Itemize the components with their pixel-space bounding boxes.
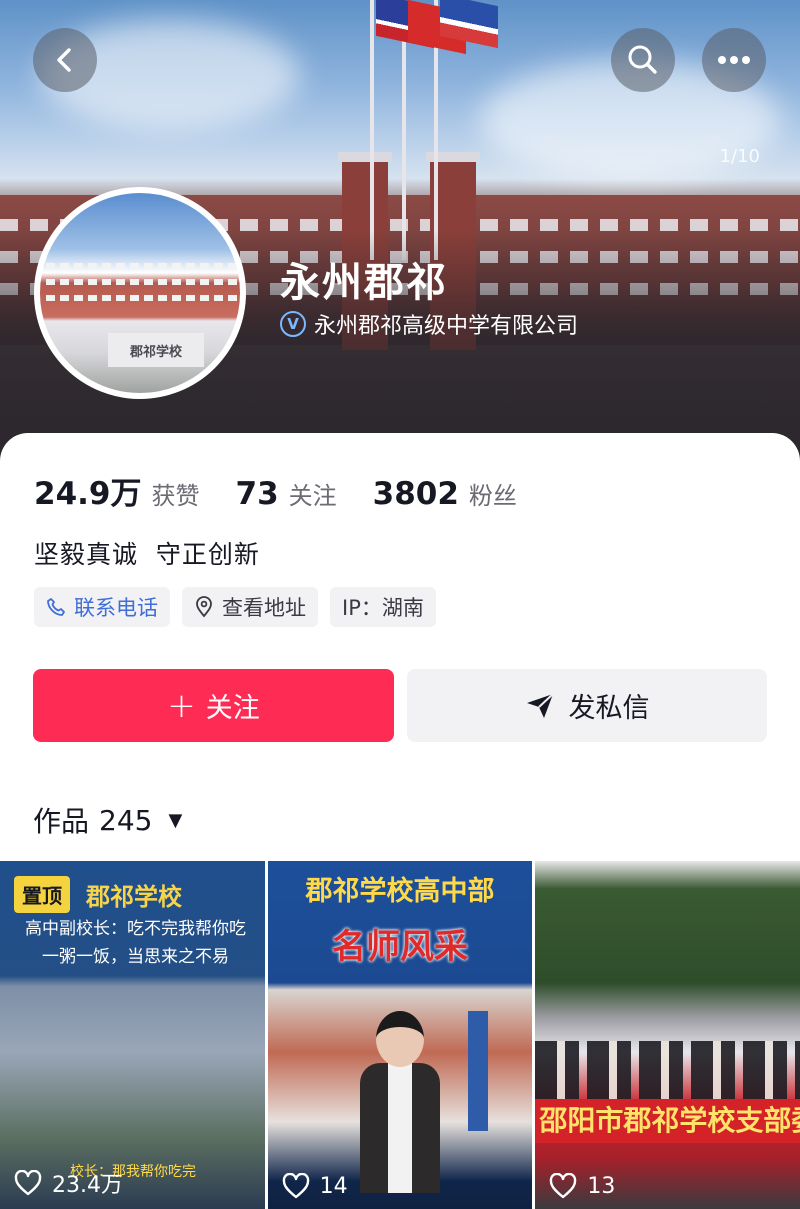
more-button[interactable] (702, 28, 766, 92)
stat-following-value: 73 (235, 476, 279, 512)
profile-name: 永州郡祁 (280, 260, 448, 306)
heart-icon (14, 1170, 42, 1196)
view-address-tag[interactable]: 查看地址 (182, 587, 318, 627)
video-thumbnail[interactable]: 置顶 郡祁学校 高中副校长：吃不完我帮你吃 一粥一饭，当思来之不易 校长：那我帮… (0, 861, 265, 1209)
stat-likes[interactable]: 24.9万 获赞 (34, 468, 200, 513)
stat-following[interactable]: 73 关注 (236, 476, 337, 512)
follow-button-label: 关注 (205, 693, 260, 724)
avatar-school-sign: 郡祁学校 (108, 333, 204, 367)
works-tab[interactable]: 作品 245 ▼ (33, 800, 182, 840)
follow-button[interactable]: + 关注 (33, 669, 394, 742)
video-likes: 14 (282, 1173, 348, 1199)
video-subtitle: 高中副校长：吃不完我帮你吃 一粥一饭，当思来之不易 (25, 919, 246, 967)
location-pin-icon (196, 596, 212, 618)
video-crowd (535, 1041, 800, 1101)
ip-location-label: IP：湖南 (342, 596, 424, 620)
video-likes: 13 (549, 1173, 615, 1199)
more-horizontal-icon (718, 56, 750, 64)
video-thumbnail[interactable]: 邵阳市郡祁学校支部委 13 (535, 861, 800, 1209)
video-sign (467, 1011, 488, 1131)
view-address-label: 查看地址 (222, 596, 306, 620)
contact-phone-tag[interactable]: 联系电话 (34, 587, 170, 627)
video-title: 郡祁学校高中部 (305, 876, 495, 907)
stat-following-label: 关注 (288, 482, 337, 510)
video-headline: 名师风采 (332, 927, 468, 967)
stat-likes-label: 获赞 (151, 482, 200, 510)
video-likes-count: 13 (587, 1173, 616, 1199)
verified-org-label: 永州郡祁高级中学有限公司 (314, 314, 579, 339)
back-button[interactable] (33, 28, 97, 92)
stat-followers-value: 3802 (372, 476, 459, 512)
profile-stats: 24.9万 获赞 73 关注 3802 粉丝 (34, 468, 517, 513)
works-count: 245 (99, 803, 153, 837)
message-button-label: 发私信 (568, 693, 650, 724)
verified-org[interactable]: V 永州郡祁高级中学有限公司 (280, 308, 578, 340)
video-thumbnail[interactable]: 郡祁学校高中部 名师风采 14 (267, 861, 533, 1209)
verified-icon: V (280, 311, 306, 337)
video-title: 郡祁学校 (86, 883, 182, 911)
ip-location-tag: IP：湖南 (330, 587, 436, 627)
send-icon (526, 692, 554, 718)
stat-followers-label: 粉丝 (468, 482, 517, 510)
video-likes-count: 23.4万 (52, 1173, 123, 1198)
phone-icon (47, 598, 65, 616)
caret-down-icon: ▼ (168, 809, 183, 831)
heart-icon (550, 1173, 577, 1199)
video-likes: 23.4万 (14, 1167, 123, 1199)
pinned-badge: 置顶 (14, 876, 70, 913)
flag-pole (370, 0, 374, 260)
video-grid: 置顶 郡祁学校 高中副校长：吃不完我帮你吃 一粥一饭，当思来之不易 校长：那我帮… (0, 861, 800, 1209)
profile-bio: 坚毅真诚 守正创新 (34, 540, 260, 569)
chevron-left-icon (57, 48, 71, 72)
search-button[interactable] (611, 28, 675, 92)
plus-icon: + (167, 685, 196, 726)
heart-icon (282, 1173, 309, 1199)
video-banner-text: 邵阳市郡祁学校支部委 (535, 1099, 800, 1143)
stat-likes-value: 24.9万 (34, 476, 142, 512)
contact-phone-label: 联系电话 (74, 596, 158, 620)
banner-page-counter: 1/10 (719, 146, 760, 167)
avatar[interactable]: 郡祁学校 (34, 187, 246, 399)
message-button[interactable]: 发私信 (407, 669, 767, 742)
video-likes-count: 14 (319, 1173, 348, 1199)
profile-tags: 联系电话 查看地址 IP：湖南 (34, 587, 436, 627)
works-label: 作品 (33, 805, 90, 838)
search-icon (628, 45, 657, 74)
video-person (359, 1011, 440, 1193)
stat-followers[interactable]: 3802 粉丝 (373, 476, 517, 512)
